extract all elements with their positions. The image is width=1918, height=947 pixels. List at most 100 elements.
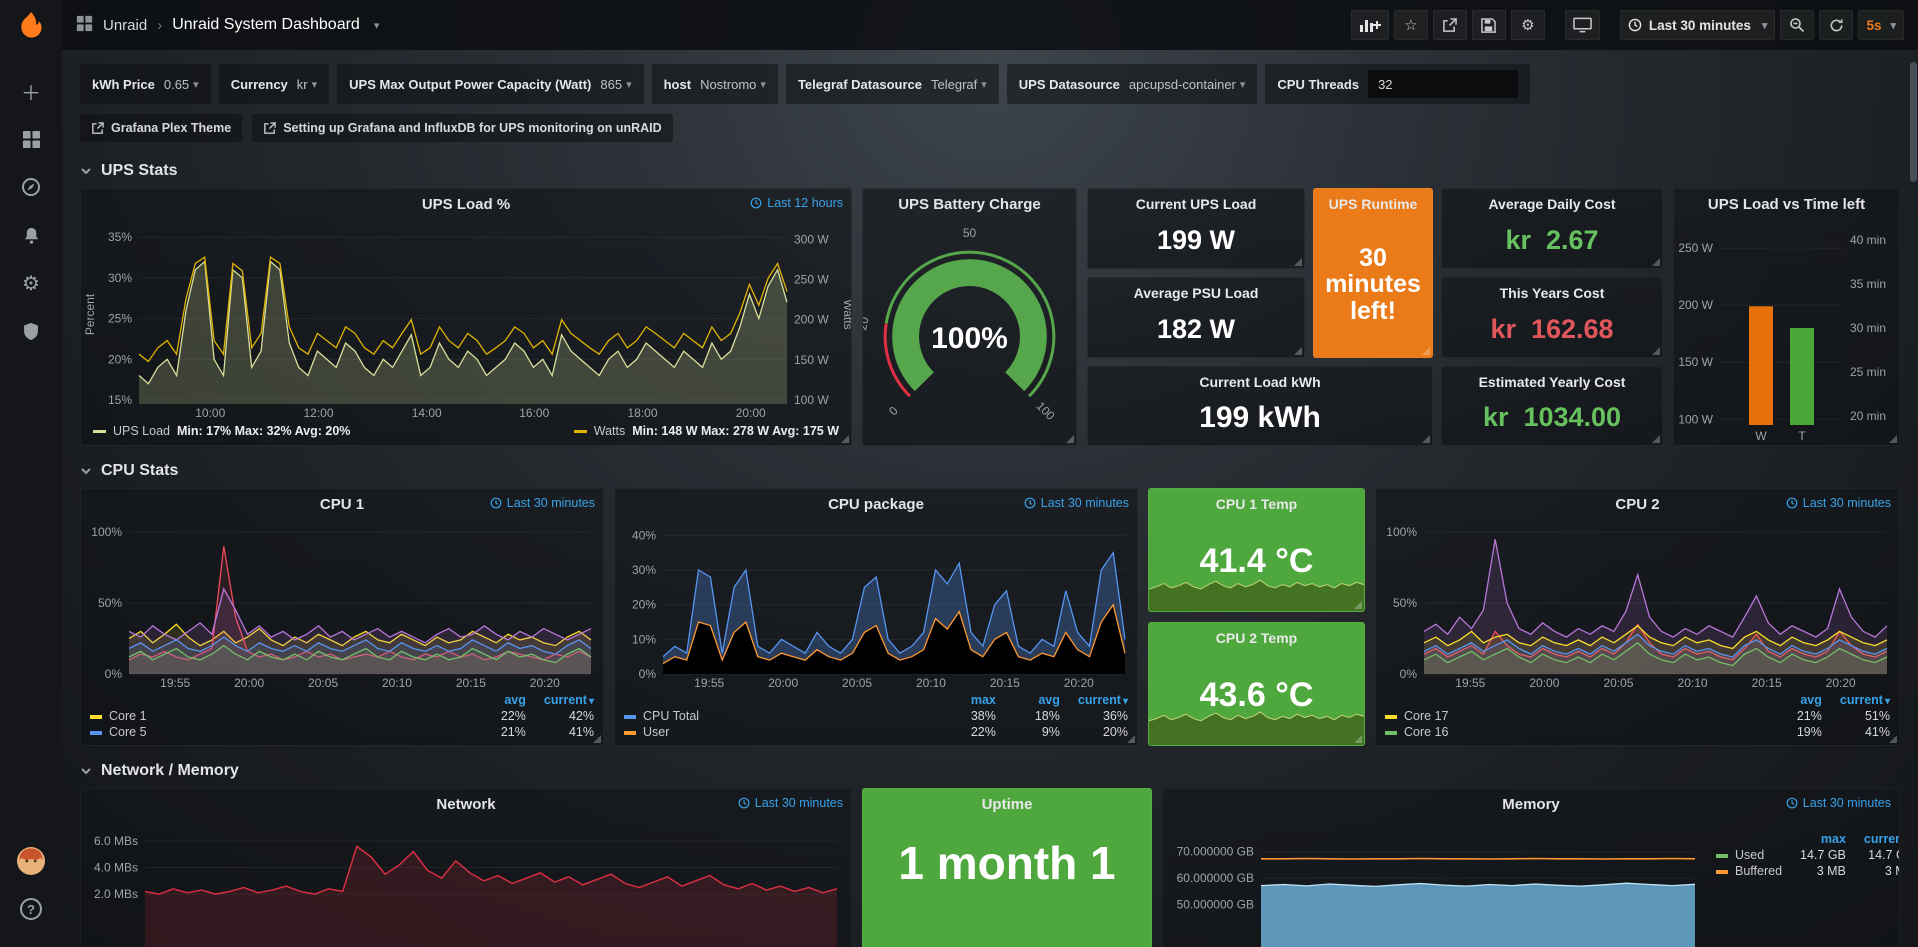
help-icon[interactable]: ?	[11, 889, 51, 929]
variable-value-dropdown[interactable]: Nostromo▾	[700, 77, 766, 92]
panel-title[interactable]: Average Daily C​ost	[1442, 196, 1662, 212]
panel-current-load-kwh: Current Load kWh 199 kWh	[1087, 366, 1433, 446]
panel-header[interactable]: CPU package Last 30 minutes	[615, 489, 1137, 519]
legend-column-header[interactable]: avg	[1005, 692, 1069, 708]
panel-header[interactable]: Memory Last 30 minutes	[1163, 789, 1899, 819]
panel-header[interactable]: UPS Load % Last 12 hours	[81, 189, 851, 219]
avatar[interactable]	[11, 841, 51, 881]
row-header-network-memory[interactable]: Network / Memory	[80, 752, 1900, 788]
panel-header[interactable]: Network Last 30 minutes	[81, 789, 851, 819]
dashboard-link[interactable]: Setting up Grafana and InfluxDB for UPS …	[252, 114, 672, 142]
panel-title[interactable]: UPS Load %	[422, 196, 510, 213]
legend-column-header[interactable]: max	[941, 692, 1005, 708]
legend-series-label[interactable]: Core 16	[1404, 725, 1448, 739]
dashboard-settings-button[interactable]: ⚙	[1511, 10, 1545, 40]
legend-series-label[interactable]: Used	[1735, 848, 1764, 862]
legend-series-label[interactable]: User	[643, 725, 669, 739]
dashboard-title[interactable]: Unraid System Dashboard	[172, 16, 360, 34]
row-header-ups-stats[interactable]: UPS Stats	[80, 152, 1900, 188]
create-icon[interactable]: ＋	[11, 71, 51, 111]
server-admin-shield-icon[interactable]	[11, 311, 51, 351]
variable-value-dropdown[interactable]: 0.65▾	[164, 77, 199, 92]
panel-title[interactable]: Uptime	[863, 796, 1151, 813]
panel-title[interactable]: Estimated Yearly Cost	[1442, 374, 1662, 390]
chart-canvas[interactable]: 50.000000 GB60.000000 GB70.000000 GB	[1163, 819, 1707, 947]
time-range-picker[interactable]: Last 30 minutes ▾	[1620, 10, 1776, 40]
axis-tick: 20:15	[1752, 676, 1782, 690]
chart-canvas[interactable]: 2.0 MBs4.0 MBs6.0 MBs	[81, 819, 851, 947]
zoom-out-button[interactable]	[1780, 10, 1814, 40]
bar[interactable]	[1749, 306, 1773, 425]
legend-column-header[interactable]: current	[1855, 831, 1900, 847]
panel-title[interactable]: Network	[436, 796, 495, 813]
variable-cpu-threads: CPU Threads	[1265, 64, 1530, 104]
chart-canvas[interactable]: 0%50%100%19:5520:0020:0520:1020:1520:20	[1376, 519, 1899, 692]
cycle-view-button[interactable]	[1565, 10, 1600, 40]
legend-series-label[interactable]: Core 1	[109, 709, 147, 723]
legend-column-header[interactable]: max	[1791, 831, 1855, 847]
legend-value: 3 MB	[1791, 863, 1855, 879]
legend-series-label[interactable]: Buffered	[1735, 864, 1782, 878]
dashboard-link[interactable]: Grafana Plex Theme	[80, 114, 242, 142]
panel-title[interactable]: Current UPS Load	[1088, 196, 1304, 212]
dashboard-grid-icon[interactable]	[76, 15, 93, 35]
panel-title[interactable]: Average PSU Load	[1088, 285, 1304, 301]
panel-title[interactable]: CPU 2	[1615, 496, 1659, 513]
panel-title[interactable]: Memory	[1502, 796, 1560, 813]
star-button[interactable]: ☆	[1394, 10, 1428, 40]
variable-value-dropdown[interactable]: apcupsd-container▾	[1129, 77, 1246, 92]
variable-label: host	[664, 77, 691, 92]
bars-canvas[interactable]: 100 W150 W200 W250 W20 min25 min30 min35…	[1674, 219, 1899, 445]
panel-title[interactable]: CPU 1 Temp	[1149, 496, 1364, 512]
legend-column-header[interactable]: current	[1069, 692, 1137, 708]
legend-column-header[interactable]: avg	[1767, 692, 1831, 708]
cpu-threads-input[interactable]	[1368, 70, 1518, 98]
legend-series-label[interactable]: Core 5	[109, 725, 147, 739]
legend-series-label[interactable]: Core 17	[1404, 709, 1448, 723]
row-header-cpu-stats[interactable]: CPU Stats	[80, 452, 1900, 488]
alerting-bell-icon[interactable]	[11, 215, 51, 255]
refresh-button[interactable]	[1819, 10, 1853, 40]
add-panel-button[interactable]	[1351, 10, 1389, 40]
panel-title[interactable]: UPS Runtime	[1314, 196, 1432, 212]
legend-column-header[interactable]: avg	[471, 692, 535, 708]
panel-header[interactable]: CPU 1 Last 30 minutes	[81, 489, 603, 519]
panel-title[interactable]: This Years Cost	[1442, 285, 1662, 301]
chevron-down-icon[interactable]: ▾	[374, 19, 380, 32]
legend-column-header[interactable]: current	[1831, 692, 1899, 708]
variable-value-dropdown[interactable]: kr▾	[297, 77, 317, 92]
legend-column-header[interactable]: current	[535, 692, 603, 708]
panel-title[interactable]: CPU package	[828, 496, 924, 513]
bar[interactable]	[1790, 328, 1814, 425]
chart-canvas[interactable]: 15%20%25%30%35%100 W150 W200 W250 W300 W…	[81, 219, 851, 422]
axis-tick: 50%	[1393, 596, 1417, 610]
breadcrumb-app[interactable]: Unraid	[103, 17, 147, 34]
grafana-logo[interactable]	[15, 10, 47, 45]
panel-title[interactable]: UPS Load vs Time left	[1708, 196, 1865, 213]
chart-canvas[interactable]: 0%10%20%30%40%19:5520:0020:0520:1020:152…	[615, 519, 1137, 692]
legend-item[interactable]: UPS LoadMin: 17% Max: 32% Avg: 20%	[93, 424, 350, 438]
variable: Currency kr▾	[219, 64, 329, 104]
panel-title[interactable]: CPU 1	[320, 496, 364, 513]
panel-title[interactable]: UPS Battery Charge	[898, 196, 1041, 213]
legend-value: 22%	[941, 724, 1005, 740]
explore-compass-icon[interactable]	[11, 167, 51, 207]
panel-header[interactable]: UPS Load vs Time left	[1674, 189, 1899, 219]
configuration-gear-icon[interactable]: ⚙	[11, 263, 51, 303]
panel-title[interactable]: Current Load kWh	[1088, 374, 1432, 390]
refresh-interval-picker[interactable]: 5s ▾	[1858, 10, 1904, 40]
variable-value-dropdown[interactable]: 865▾	[600, 77, 631, 92]
chart-canvas[interactable]: 0%50%100%19:5520:0020:0520:1020:1520:20	[81, 519, 603, 692]
panel-header[interactable]: UPS Battery Charge	[863, 189, 1076, 219]
scrollbar-thumb[interactable]	[1910, 62, 1917, 182]
variable-value-dropdown[interactable]: Telegraf▾	[931, 77, 987, 92]
legend-item[interactable]: WattsMin: 148 W Max: 278 W Avg: 175 W	[574, 424, 839, 438]
ups-load-chart: 15%20%25%30%35%100 W150 W200 W250 W300 W…	[81, 219, 851, 422]
dashboards-icon[interactable]	[11, 119, 51, 159]
panel-title[interactable]: CPU 2 Temp	[1149, 630, 1364, 646]
chevron-down-icon	[80, 165, 92, 177]
save-button[interactable]	[1472, 10, 1506, 40]
legend-series-label[interactable]: CPU Total	[643, 709, 699, 723]
panel-header[interactable]: CPU 2 Last 30 minutes	[1376, 489, 1899, 519]
share-button[interactable]	[1433, 10, 1467, 40]
